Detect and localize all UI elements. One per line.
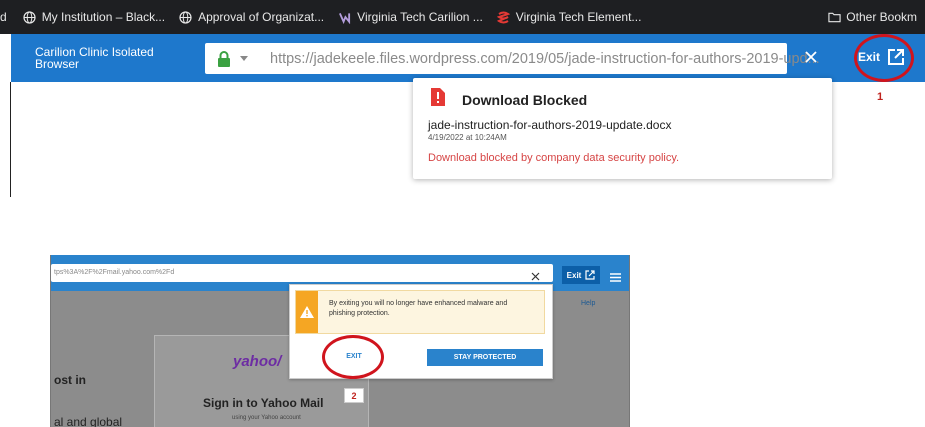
- bookmark-label: My Institution – Black...: [41, 10, 166, 24]
- globe-icon: [179, 10, 192, 24]
- page-heading-fragment: ost in: [54, 373, 86, 387]
- bookmark-other-bookmarks[interactable]: Other Bookm: [828, 0, 917, 34]
- download-blocked-message: Download blocked by company data securit…: [428, 152, 680, 164]
- close-icon[interactable]: [531, 268, 540, 281]
- close-icon[interactable]: [803, 49, 819, 65]
- hamburger-menu-icon[interactable]: [610, 269, 621, 282]
- download-blocked-panel: Download Blocked jade-instruction-for-au…: [413, 78, 832, 179]
- download-panel-title: Download Blocked: [462, 92, 588, 108]
- blocked-file-icon: [431, 88, 445, 106]
- bookmark-item-approval[interactable]: Approval of Organizat...: [179, 10, 324, 24]
- bookmark-item-my-institution[interactable]: My Institution – Black...: [23, 10, 165, 24]
- help-link[interactable]: Help: [581, 300, 595, 307]
- chevron-down-icon[interactable]: [240, 56, 248, 61]
- isolated-browser-title: Carilion Clinic Isolated Browser: [35, 46, 154, 70]
- bookmark-label: Virginia Tech Element...: [515, 10, 642, 24]
- title-line-2: Browser: [35, 57, 80, 71]
- vt-logo-icon: [338, 11, 351, 24]
- bookmark-label: Other Bookm: [846, 10, 917, 24]
- address-bar[interactable]: https://jadekeele.files.wordpress.com/20…: [205, 43, 820, 74]
- lock-icon[interactable]: [217, 50, 231, 67]
- bookmark-cut-label[interactable]: d: [0, 10, 7, 24]
- download-filename: jade-instruction-for-authors-2019-update…: [428, 118, 672, 132]
- download-date: 4/19/2022 at 10:24AM: [428, 133, 507, 142]
- annotation-step-1: 1: [877, 91, 884, 103]
- signin-title: Sign in to Yahoo Mail: [203, 396, 324, 410]
- bookmark-label: Approval of Organizat...: [198, 10, 325, 24]
- isolated-browser-toolbar: Carilion Clinic Isolated Browser https:/…: [11, 34, 925, 82]
- signin-subtitle: using your Yahoo account: [232, 415, 301, 421]
- element-logo-icon: [496, 11, 510, 24]
- warning-icon: [296, 291, 318, 333]
- warning-text: By exiting you will no longer have enhan…: [329, 300, 508, 317]
- stay-protected-button[interactable]: STAY PROTECTED: [427, 349, 543, 366]
- bookmarks-bar: d My Institution – Black... Approval of …: [0, 0, 925, 34]
- annotation-circle-exit: [854, 34, 914, 82]
- page-content-area: [0, 82, 11, 197]
- folder-icon: [828, 11, 841, 24]
- yahoo-logo: yahoo/: [233, 353, 282, 370]
- annotation-circle-exit-confirm: [322, 335, 384, 379]
- exit-label: Exit: [566, 270, 582, 280]
- bookmark-label: Virginia Tech Carilion ...: [357, 10, 483, 24]
- globe-icon: [23, 10, 36, 24]
- page-text-fragment: al and global: [54, 415, 123, 427]
- bookmark-item-vt-element[interactable]: Virginia Tech Element...: [496, 10, 642, 24]
- annotation-step-2: 2: [344, 388, 364, 403]
- warning-banner: By exiting you will no longer have enhan…: [295, 290, 545, 334]
- external-link-icon: [585, 270, 595, 280]
- bookmark-item-vt-carilion[interactable]: Virginia Tech Carilion ...: [338, 10, 483, 24]
- url-text[interactable]: https://jadekeele.files.wordpress.com/20…: [270, 51, 820, 67]
- exit-button-small[interactable]: Exit: [562, 266, 600, 284]
- address-bar-small[interactable]: tps%3A%2F%2Fmail.yahoo.com%2Fd: [51, 264, 553, 282]
